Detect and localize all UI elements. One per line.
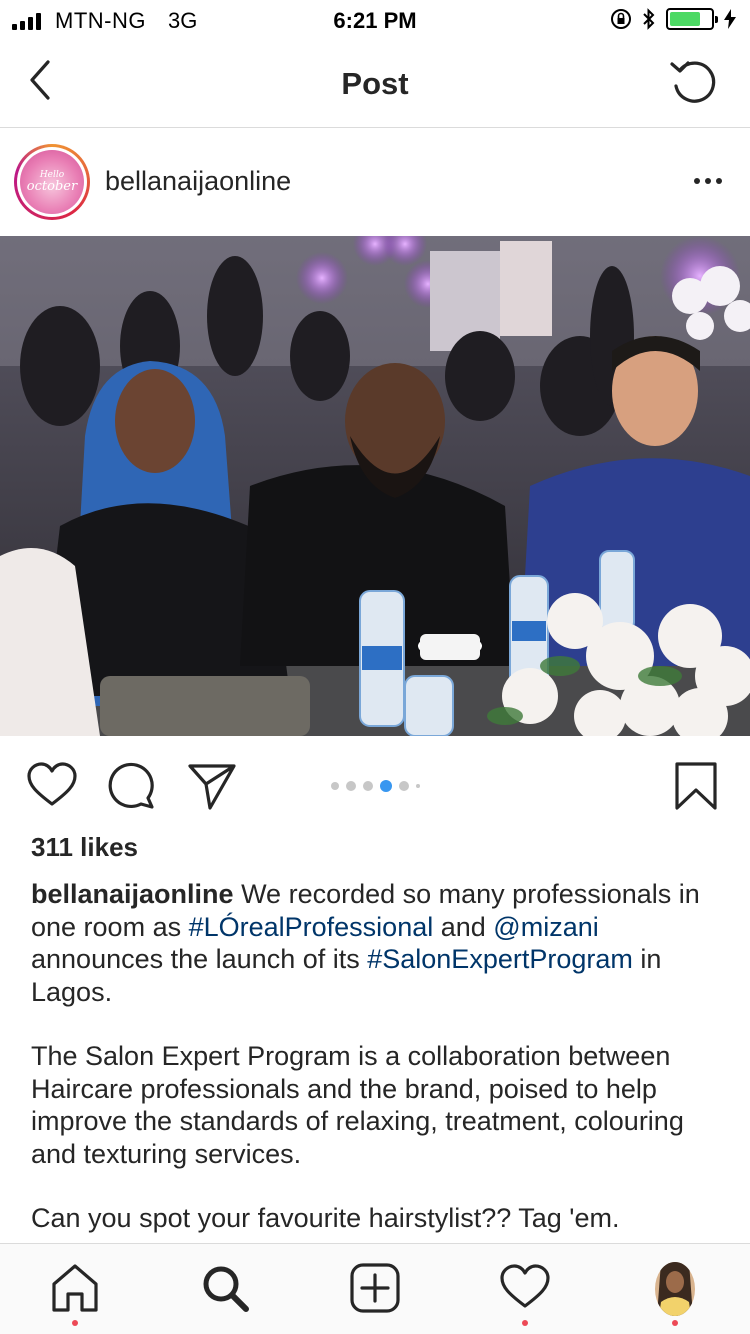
share-icon[interactable]	[186, 760, 238, 812]
carousel-dot	[363, 781, 373, 791]
hashtag-loreal[interactable]: #LÓrealProfessional	[189, 912, 434, 942]
bluetooth-icon	[643, 8, 655, 30]
post-header: Hello october bellanaijaonline	[0, 128, 750, 236]
caption-paragraph-2: The Salon Expert Program is a collaborat…	[31, 1041, 684, 1169]
more-horizontal-icon[interactable]	[694, 178, 722, 184]
page-title: Post	[341, 66, 409, 101]
carousel-dot	[399, 781, 409, 791]
notification-dot-profile	[672, 1320, 678, 1326]
status-bar: MTN-NG 3G 6:21 PM	[0, 0, 750, 40]
notification-dot-activity	[522, 1320, 528, 1326]
caption-paragraph-1: bellanaijaonline We recorded so many pro…	[31, 878, 721, 1008]
avatar[interactable]: Hello october	[14, 144, 90, 220]
carousel-dot	[380, 780, 392, 792]
post-actions	[0, 736, 750, 832]
hashtag-salon-expert[interactable]: #SalonExpertProgram	[367, 944, 633, 974]
add-post-icon[interactable]	[349, 1262, 401, 1314]
profile-avatar[interactable]	[655, 1262, 695, 1316]
carousel-dot	[331, 782, 339, 790]
orientation-lock-icon	[611, 9, 631, 29]
bookmark-icon[interactable]	[670, 760, 722, 812]
caption-text-c: announces the launch of its	[31, 944, 368, 974]
heart-icon[interactable]	[26, 760, 78, 812]
event-photo-illustration	[0, 236, 750, 736]
nav-header: Post	[0, 40, 750, 128]
carousel-indicator	[331, 780, 420, 792]
post-username[interactable]: bellanaijaonline	[105, 166, 291, 197]
post-photo[interactable]	[0, 236, 750, 736]
home-icon[interactable]	[49, 1262, 101, 1314]
charging-icon	[724, 9, 736, 29]
battery-icon	[666, 8, 718, 30]
refresh-icon[interactable]	[668, 56, 720, 108]
notification-dot-home	[72, 1320, 78, 1326]
avatar-text-october: october	[26, 179, 78, 194]
carousel-dot	[346, 781, 356, 791]
heart-icon[interactable]	[499, 1262, 551, 1314]
mention-mizani[interactable]: @mizani	[493, 912, 598, 942]
comment-icon[interactable]	[106, 760, 158, 812]
caption-username[interactable]: bellanaijaonline	[31, 879, 234, 909]
post-caption: bellanaijaonline We recorded so many pro…	[31, 878, 721, 1267]
search-icon[interactable]	[199, 1262, 251, 1314]
likes-count[interactable]: 311 likes	[31, 832, 138, 863]
caption-paragraph-3: Can you spot your favourite hairstylist?…	[31, 1203, 620, 1233]
bottom-tab-bar	[0, 1243, 750, 1334]
carousel-dot	[416, 784, 420, 788]
caption-text-b: and	[433, 911, 494, 942]
